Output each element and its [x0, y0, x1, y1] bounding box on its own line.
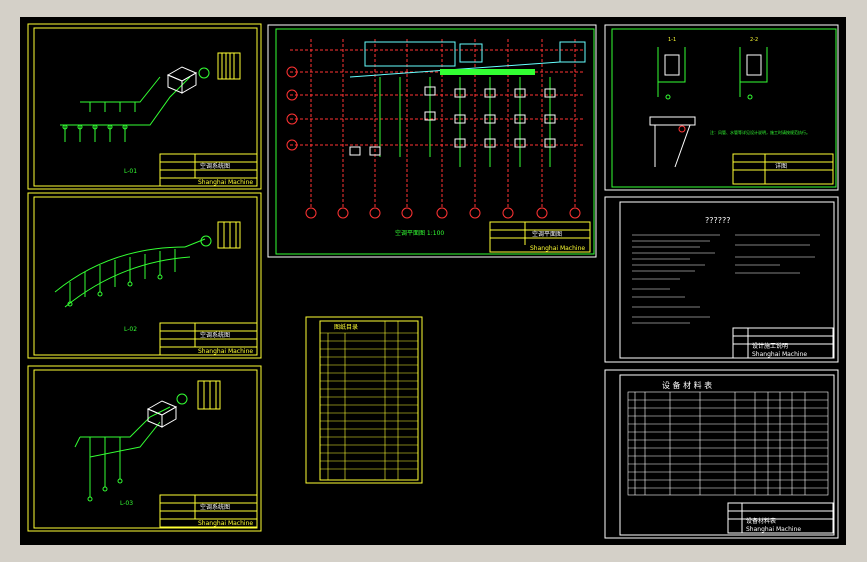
svg-text:详图: 详图: [775, 162, 787, 170]
cooling-coil-3: [176, 380, 221, 410]
materials-table: [627, 391, 829, 496]
title-block-2: 空调系统图 Shanghai Machine: [159, 322, 258, 356]
materials-title: 设 备 材 料 表: [662, 380, 712, 390]
catalog-title: 图纸目录: [334, 323, 358, 331]
svg-text:设计施工说明: 设计施工说明: [752, 342, 788, 350]
pipe-network-2: [54, 238, 206, 308]
svg-text:空调系统图: 空调系统图: [200, 331, 230, 339]
pipe-network-3: [74, 406, 171, 502]
plan-caption: 空调平面图 1:100: [395, 229, 444, 237]
title-block-notes: 设计施工说明 Shanghai Machine: [732, 327, 834, 359]
cooling-coil-1: [198, 52, 241, 80]
title-block-materials: 设备材料表 Shanghai Machine: [727, 502, 834, 534]
axo3-caption: L-03: [120, 500, 133, 507]
detail-a: [657, 47, 686, 100]
svg-text:Shanghai Machine: Shanghai Machine: [198, 348, 253, 355]
axis-bubbles: [286, 66, 581, 219]
svg-text:空调平面图: 空调平面图: [532, 230, 562, 238]
sheet-design-notes[interactable]: ?????? 设计施工说明 Shanghai Machine: [604, 196, 839, 363]
detail-b: [739, 47, 768, 100]
title-block-plan: 空调平面图 Shanghai Machine: [489, 221, 591, 253]
svg-text:Shanghai Machine: Shanghai Machine: [198, 179, 253, 186]
sheet-axonometric-3[interactable]: L-03 空调系统图 Shanghai Machine: [27, 365, 262, 532]
title-block-details: 详图: [732, 153, 834, 185]
svg-text:2-2: 2-2: [750, 37, 758, 43]
axis-grid: [290, 39, 585, 207]
sheet-floor-plan[interactable]: 空调平面图 1:100 空调平面图 Shanghai Machine: [267, 24, 597, 258]
notes-title: ??????: [705, 216, 730, 225]
svg-text:1-1: 1-1: [668, 37, 676, 43]
notes-text-lines: [632, 234, 820, 324]
sheet-catalog[interactable]: 图纸目录: [305, 316, 423, 484]
svg-text:空调系统图: 空调系统图: [200, 162, 230, 170]
catalog-table: [320, 321, 418, 480]
svg-text:Shanghai Machine: Shanghai Machine: [746, 526, 801, 533]
title-block-3: 空调系统图 Shanghai Machine: [159, 494, 258, 528]
svg-text:空调系统图: 空调系统图: [200, 503, 230, 511]
equipment-1: [166, 66, 198, 94]
svg-text:Shanghai Machine: Shanghai Machine: [198, 520, 253, 527]
title-block-1: 空调系统图 Shanghai Machine: [159, 153, 258, 187]
sheet-axonometric-2[interactable]: L-02 空调系统图 Shanghai Machine: [27, 192, 262, 359]
svg-text:设备材料表: 设备材料表: [746, 517, 776, 525]
equipment-3: [146, 400, 178, 428]
detail-section: [649, 116, 696, 168]
pipe-network-1: [60, 76, 191, 142]
cad-model-space[interactable]: L-01 空调系统图 Shanghai Machine L-02 空调系统图 S…: [20, 17, 846, 545]
svg-text:Shanghai Machine: Shanghai Machine: [530, 245, 585, 252]
details-note: 注：风管、水管等详见设计说明，施工时请按规范执行。: [710, 129, 810, 135]
main-supply-pipe: [440, 69, 535, 75]
sheet-axonometric-1[interactable]: L-01 空调系统图 Shanghai Machine: [27, 23, 262, 190]
cooling-coil-2: [200, 221, 241, 249]
svg-text:Shanghai Machine: Shanghai Machine: [752, 351, 807, 358]
axo1-caption: L-01: [124, 168, 137, 175]
sheet-materials[interactable]: 设 备 材 料 表 设备材料表 Shanghai Machine: [604, 369, 839, 539]
axo2-caption: L-02: [124, 326, 137, 333]
sheet-details[interactable]: 1-1 2-2 注：风管、水管等详见设计说明，施工时请按规范执行。 详图: [604, 24, 839, 191]
